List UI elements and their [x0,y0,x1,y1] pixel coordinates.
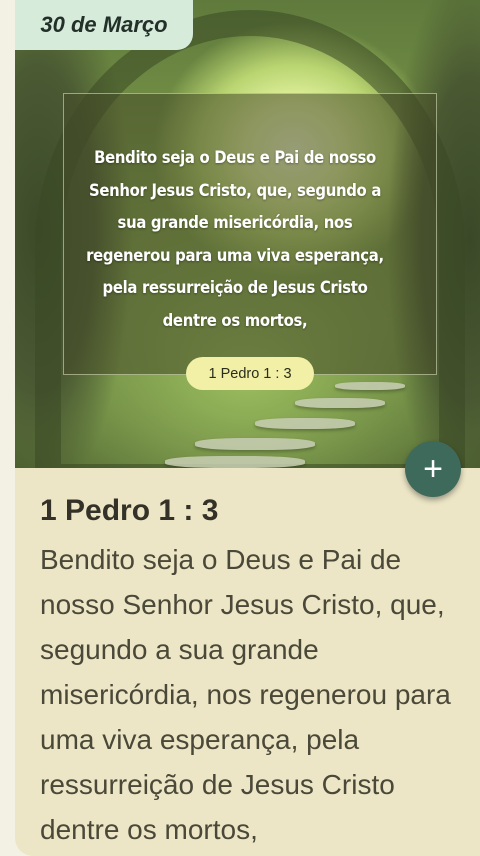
plus-icon: + [423,450,443,488]
path-stone [195,438,315,450]
path-stone [165,456,305,468]
date-tab: 30 de Março [15,0,193,50]
overlay-reference-pill: 1 Pedro 1 : 3 [186,357,314,390]
overlay-verse-text: Bendito seja o Deus e Pai de nosso Senho… [86,148,384,330]
add-button[interactable]: + [405,441,461,497]
verse-reference-heading: 1 Pedro 1 : 3 [40,494,219,527]
path-stone [295,398,385,408]
verse-body-text: Bendito seja o Deus e Pai de nosso Senho… [40,544,451,845]
path-stone [255,418,355,429]
path-stone [335,382,405,390]
